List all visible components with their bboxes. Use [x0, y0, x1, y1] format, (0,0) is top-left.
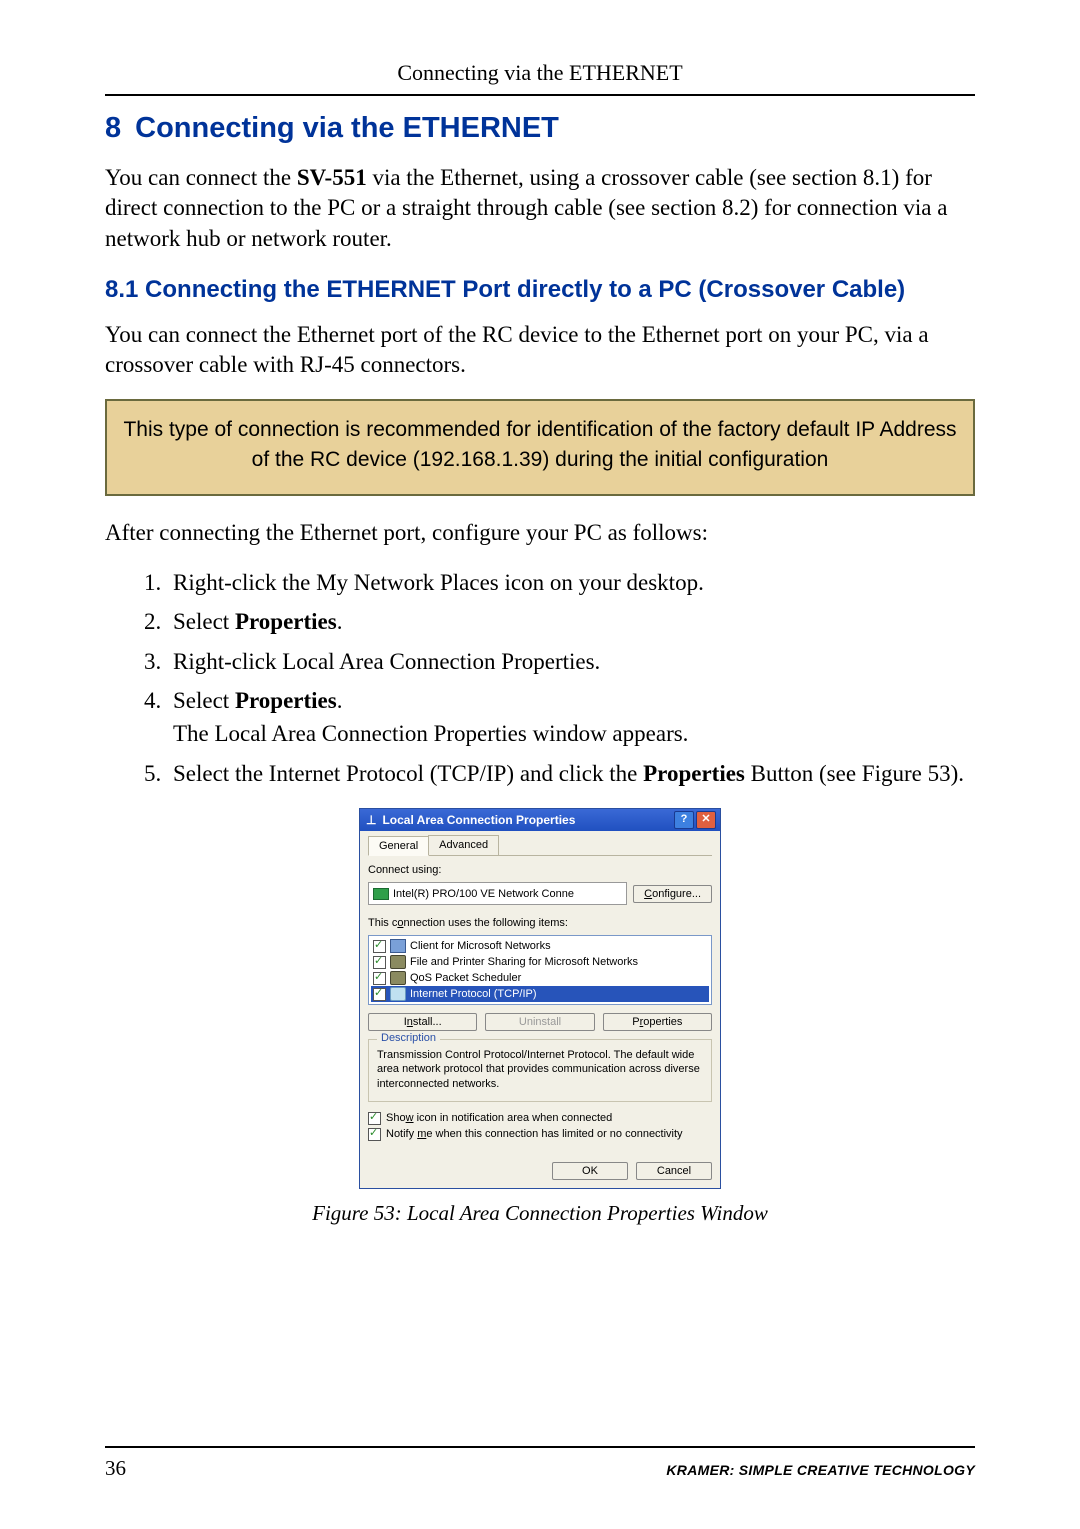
show-icon-checkbox-row[interactable]: Show icon in notification area when conn… [368, 1112, 712, 1125]
subsection-body: You can connect the Ethernet port of the… [105, 320, 975, 381]
after-callout: After connecting the Ethernet port, conf… [105, 518, 975, 548]
connect-using-label: Connect using: [368, 864, 712, 876]
steps-list: Right-click the My Network Places icon o… [141, 566, 975, 790]
tab-advanced[interactable]: Advanced [428, 835, 499, 855]
tab-general[interactable]: General [368, 836, 429, 856]
notify-label: Notify me when this connection has limit… [386, 1128, 683, 1140]
file-sharing-icon [390, 955, 406, 969]
list-item-label: File and Printer Sharing for Microsoft N… [410, 956, 638, 968]
ok-button[interactable]: OK [552, 1162, 628, 1180]
description-text: Transmission Control Protocol/Internet P… [377, 1048, 703, 1091]
subsection-heading: 8.1 Connecting the ETHERNET Port directl… [105, 276, 975, 304]
section-intro: You can connect the SV-551 via the Ether… [105, 163, 975, 254]
step-4: Select Properties. The Local Area Connec… [167, 684, 975, 751]
step-5: Select the Internet Protocol (TCP/IP) an… [167, 757, 975, 790]
subsection-title: Connecting the ETHERNET Port directly to… [145, 276, 905, 303]
step-1: Right-click the My Network Places icon o… [167, 566, 975, 599]
callout-box: This type of connection is recommended f… [105, 399, 975, 496]
configure-button[interactable]: Configure... [633, 885, 712, 903]
list-item-label: Client for Microsoft Networks [410, 940, 551, 952]
help-button[interactable]: ? [674, 811, 694, 829]
footer-brand: KRAMER: SIMPLE CREATIVE TECHNOLOGY [666, 1462, 975, 1478]
nic-icon [373, 888, 389, 900]
adapter-name: Intel(R) PRO/100 VE Network Conne [393, 888, 574, 900]
footer-rule [105, 1446, 975, 1448]
dialog-footer: OK Cancel [360, 1154, 720, 1188]
section-number: 8 [105, 112, 121, 145]
adapter-field[interactable]: Intel(R) PRO/100 VE Network Conne [368, 882, 627, 905]
list-item-label: Internet Protocol (TCP/IP) [410, 988, 537, 1000]
step-2: Select Properties. [167, 605, 975, 638]
notify-checkbox-row[interactable]: Notify me when this connection has limit… [368, 1128, 712, 1141]
client-icon [390, 939, 406, 953]
close-button[interactable]: ✕ [696, 811, 716, 829]
uses-label: This connection uses the following items… [368, 917, 712, 929]
qos-icon [390, 971, 406, 985]
install-button[interactable]: Install... [368, 1013, 477, 1031]
list-item[interactable]: File and Printer Sharing for Microsoft N… [371, 954, 709, 970]
checkbox-icon[interactable] [373, 940, 386, 953]
system-menu-icon[interactable]: ⊥ [366, 813, 376, 827]
list-item-label: QoS Packet Scheduler [410, 972, 521, 984]
running-header: Connecting via the ETHERNET [105, 60, 975, 86]
list-item[interactable]: Internet Protocol (TCP/IP) [371, 986, 709, 1002]
tcpip-icon [390, 987, 406, 1001]
dialog-titlebar[interactable]: ⊥ Local Area Connection Properties ? ✕ [360, 809, 720, 831]
section-title: Connecting via the ETHERNET [135, 112, 559, 144]
description-legend: Description [377, 1032, 440, 1044]
checkbox-icon[interactable] [368, 1128, 381, 1141]
header-rule [105, 94, 975, 96]
list-item[interactable]: QoS Packet Scheduler [371, 970, 709, 986]
step-3: Right-click Local Area Connection Proper… [167, 645, 975, 678]
dialog-window: ⊥ Local Area Connection Properties ? ✕ G… [359, 808, 721, 1189]
dialog-title: Local Area Connection Properties [382, 813, 672, 827]
checkbox-icon[interactable] [373, 988, 386, 1001]
section-heading: 8 Connecting via the ETHERNET [105, 112, 975, 145]
dialog-tabs: General Advanced [368, 835, 712, 856]
checkbox-icon[interactable] [373, 972, 386, 985]
subsection-number: 8.1 [105, 276, 138, 303]
list-item[interactable]: Client for Microsoft Networks [371, 938, 709, 954]
page-footer: 36 KRAMER: SIMPLE CREATIVE TECHNOLOGY [105, 1446, 975, 1481]
items-listbox[interactable]: Client for Microsoft Networks File and P… [368, 935, 712, 1005]
cancel-button[interactable]: Cancel [636, 1162, 712, 1180]
description-group: Description Transmission Control Protoco… [368, 1039, 712, 1102]
page-number: 36 [105, 1456, 126, 1481]
show-icon-label: Show icon in notification area when conn… [386, 1112, 612, 1124]
tab-panel-general: Connect using: Intel(R) PRO/100 VE Netwo… [368, 864, 712, 1141]
checkbox-icon[interactable] [373, 956, 386, 969]
checkbox-icon[interactable] [368, 1112, 381, 1125]
figure-caption: Figure 53: Local Area Connection Propert… [105, 1201, 975, 1226]
uninstall-button[interactable]: Uninstall [485, 1013, 594, 1031]
properties-button[interactable]: Properties [603, 1013, 712, 1031]
